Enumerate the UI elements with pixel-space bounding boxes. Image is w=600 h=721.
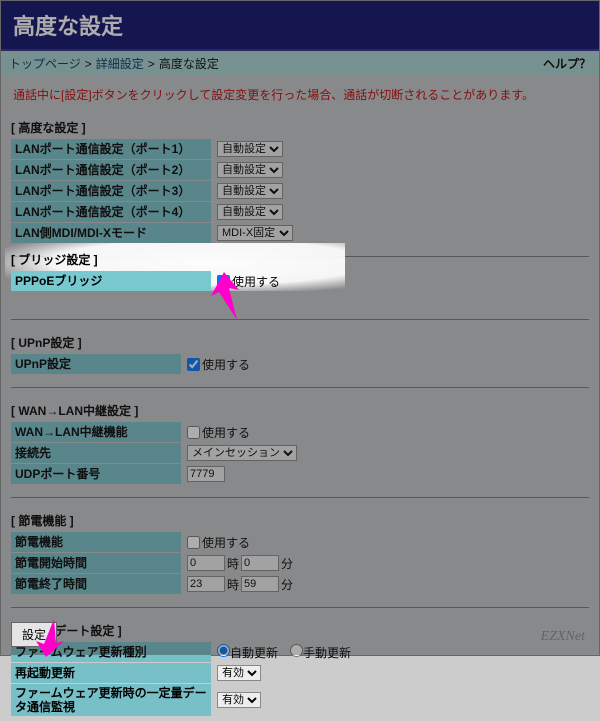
breadcrumb: トップページ > 詳細設定 > 高度な設定 ヘルプ？ <box>1 51 599 76</box>
crumb-sep: > <box>85 57 92 71</box>
section-upnp: [ UPnP設定 ] <box>11 330 589 354</box>
select-monitor[interactable]: 有効 <box>217 692 261 708</box>
label-lan2: LANポート通信設定（ポート2） <box>11 160 211 180</box>
input-start-m[interactable] <box>241 555 279 571</box>
crumb-current: 高度な設定 <box>159 55 219 72</box>
checkbox-upnp[interactable] <box>187 358 200 371</box>
label-end: 節電終了時間 <box>11 574 181 594</box>
label-udp: UDPポート番号 <box>11 464 181 484</box>
label-relay: WAN→LAN中継機能 <box>11 422 181 442</box>
submit-button[interactable]: 設定 <box>11 622 57 647</box>
crumb-top[interactable]: トップページ <box>9 55 81 72</box>
select-dest[interactable]: メインセッション <box>187 445 297 461</box>
input-end-h[interactable] <box>187 576 225 592</box>
watermark: EZXNet <box>541 629 585 645</box>
crumb-detail[interactable]: 詳細設定 <box>96 55 144 72</box>
label-lan1: LANポート通信設定（ポート1） <box>11 139 211 159</box>
help-link[interactable]: ヘルプ？ <box>543 55 591 72</box>
label-power: 節電機能 <box>11 532 181 552</box>
page-title: 高度な設定 <box>1 1 599 51</box>
radio-manual[interactable] <box>290 644 303 657</box>
section-advanced: [ 高度な設定 ] <box>11 115 589 139</box>
upnp-use-label: 使用する <box>202 356 250 373</box>
label-lan3: LANポート通信設定（ポート3） <box>11 181 211 201</box>
warning-text: 通話中に[設定]ボタンをクリックして設定変更を行った場合、通話が切断されることが… <box>1 76 599 113</box>
crumb-sep: > <box>148 57 155 71</box>
select-reboot[interactable]: 有効 <box>217 665 261 681</box>
section-update: [ アップデート設定 ] <box>11 618 589 642</box>
label-start: 節電開始時間 <box>11 553 181 573</box>
section-bridge: [ ブリッジ設定 ] <box>11 247 286 271</box>
section-power: [ 節電機能 ] <box>11 508 589 532</box>
label-lan4: LANポート通信設定（ポート4） <box>11 202 211 222</box>
select-mdi[interactable]: MDI-X固定 <box>217 225 293 241</box>
label-monitor: ファームウェア更新時の一定量データ通信監視 <box>11 684 211 716</box>
input-start-h[interactable] <box>187 555 225 571</box>
select-lan2[interactable]: 自動設定 <box>217 162 283 178</box>
checkbox-pppoe[interactable] <box>217 275 230 288</box>
relay-use-label: 使用する <box>202 424 250 441</box>
power-use-label: 使用する <box>202 534 250 551</box>
select-lan4[interactable]: 自動設定 <box>217 204 283 220</box>
label-reboot: 再起動更新 <box>11 663 211 683</box>
label-dest: 接続先 <box>11 443 181 463</box>
input-end-m[interactable] <box>241 576 279 592</box>
checkbox-power[interactable] <box>187 536 200 549</box>
input-udp[interactable] <box>187 466 225 482</box>
label-upnp: UPnP設定 <box>11 354 181 374</box>
label-mdi: LAN側MDI/MDI-Xモード <box>11 223 211 243</box>
radio-auto[interactable] <box>217 644 230 657</box>
checkbox-relay[interactable] <box>187 426 200 439</box>
select-lan3[interactable]: 自動設定 <box>217 183 283 199</box>
label-pppoe: PPPoEブリッジ <box>11 271 211 291</box>
select-lan1[interactable]: 自動設定 <box>217 141 283 157</box>
pppoe-use-label: 使用する <box>232 273 280 290</box>
section-wanlan: [ WAN→LAN中継設定 ] <box>11 398 589 422</box>
